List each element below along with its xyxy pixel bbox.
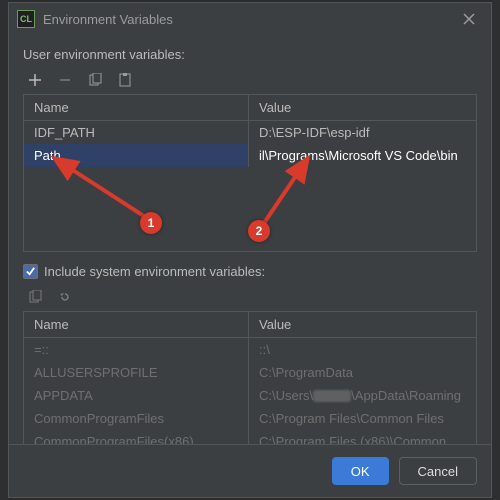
revert-icon[interactable] [57,289,73,305]
table-row[interactable]: CommonProgramFiles(x86) C:\Program Files… [24,430,476,444]
dialog-buttons: OK Cancel [9,444,491,497]
remove-icon[interactable] [57,72,73,88]
ok-button[interactable]: OK [332,457,389,485]
cell-value[interactable]: il\Programs\Microsoft VS Code\bin [249,144,476,167]
table-row[interactable]: Path il\Programs\Microsoft VS Code\bin [24,144,476,167]
include-system-checkbox[interactable] [23,264,38,279]
close-icon[interactable] [455,5,483,33]
cell-name: CommonProgramFiles [24,407,249,430]
cell-value: C:\Program Files\Common Files [249,407,476,430]
cell-name: CommonProgramFiles(x86) [24,430,249,444]
include-system-row: Include system environment variables: [23,264,477,279]
include-system-label: Include system environment variables: [44,264,265,279]
cell-name: APPDATA [24,384,249,407]
app-icon: CL [17,10,35,28]
table-row[interactable]: APPDATA C:\Users\\AppData\Roaming [24,384,476,407]
copy-icon[interactable] [87,72,103,88]
cancel-button[interactable]: Cancel [399,457,477,485]
table-row[interactable]: =:: ::\ [24,338,476,361]
column-header-name[interactable]: Name [24,95,249,120]
dialog-title: Environment Variables [43,12,173,27]
titlebar: CL Environment Variables [9,3,491,35]
add-icon[interactable] [27,72,43,88]
table-row[interactable]: ALLUSERSPROFILE C:\ProgramData [24,361,476,384]
cell-value: C:\Program Files (x86)\Common ... [249,430,476,444]
user-vars-label: User environment variables: [23,47,477,62]
table-row[interactable]: IDF_PATH D:\ESP-IDF\esp-idf [24,121,476,144]
callout-2: 2 [248,220,270,242]
background-left-strip [0,0,8,500]
copy-icon[interactable] [27,289,43,305]
cell-value: ::\ [249,338,476,361]
cell-name: =:: [24,338,249,361]
user-vars-toolbar [23,68,477,94]
cell-name[interactable]: Path [24,144,249,167]
table-header: Name Value [24,95,476,121]
table-row[interactable]: CommonProgramFiles C:\Program Files\Comm… [24,407,476,430]
column-header-name[interactable]: Name [24,312,249,337]
paste-icon[interactable] [117,72,133,88]
system-vars-table[interactable]: Name Value =:: ::\ ALLUSERSPROFILE C:\Pr… [23,311,477,444]
callout-1: 1 [140,212,162,234]
background-right-strip [492,0,500,500]
table-header: Name Value [24,312,476,338]
cell-name[interactable]: IDF_PATH [24,121,249,144]
column-header-value[interactable]: Value [249,312,476,337]
column-header-value[interactable]: Value [249,95,476,120]
sys-vars-toolbar [23,285,477,311]
cell-value: C:\ProgramData [249,361,476,384]
cell-value[interactable]: D:\ESP-IDF\esp-idf [249,121,476,144]
env-vars-dialog: CL Environment Variables User environmen… [8,2,492,498]
cell-value: C:\Users\\AppData\Roaming [249,384,476,407]
cell-name: ALLUSERSPROFILE [24,361,249,384]
redacted-username [313,390,351,402]
